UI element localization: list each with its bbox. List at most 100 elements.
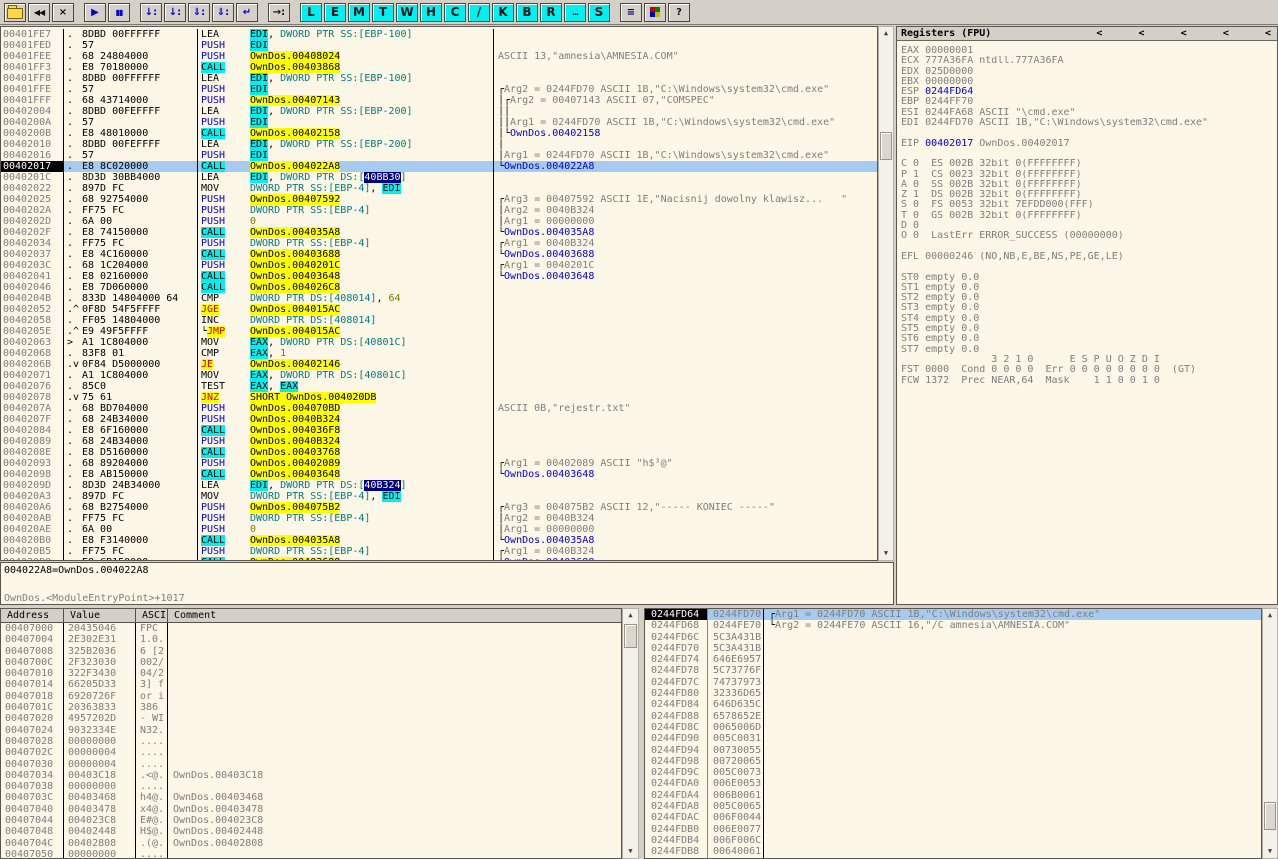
go-to-button[interactable]: →:: [268, 3, 290, 22]
dump-row[interactable]: 0040704C00402808.(@.OwnDos.00402808: [1, 838, 621, 849]
register-line[interactable]: ST5 empty 0.0: [897, 324, 1277, 334]
disasm-row[interactable]: 00402004.8DBD 00FEFFFFLEAEDI, DWORD PTR …: [1, 106, 877, 117]
register-line[interactable]: C 0 ES 002B 32bit 0(FFFFFFFF): [897, 159, 1277, 169]
view-threads-button[interactable]: T: [372, 3, 394, 22]
disasm-row[interactable]: 004020AE.6A 00PUSH0│Arg1 = 00000000: [1, 524, 877, 535]
disasm-row[interactable]: 0040205E.^E9 49F5FFFF└JMPOwnDos.004015AC: [1, 326, 877, 337]
register-line[interactable]: P 1 CS 0023 32bit 0(FFFFFFFF): [897, 170, 1277, 180]
register-line[interactable]: 3 2 1 0 E S P U O Z D I: [897, 355, 1277, 365]
register-line[interactable]: ESP 0244FD64: [897, 87, 1277, 97]
disasm-row[interactable]: 00402025.68 92754000PUSHOwnDos.00407592┌…: [1, 194, 877, 205]
disasm-row[interactable]: 00402010.8DBD 00FEFFFFLEAEDI, DWORD PTR …: [1, 139, 877, 150]
disasm-row[interactable]: 004020A3.897D FCMOVDWORD PTR SS:[EBP-4],…: [1, 491, 877, 502]
close-button[interactable]: ×: [52, 3, 74, 22]
register-line[interactable]: EBX 00000000: [897, 77, 1277, 87]
stack-scrollbar[interactable]: ▲ ▼: [1262, 608, 1278, 859]
register-line[interactable]: EDX 025D0000: [897, 67, 1277, 77]
dump-header-value[interactable]: Value: [64, 609, 136, 622]
disassembly-scrollbar[interactable]: ▲ ▼: [878, 26, 894, 561]
stack-row[interactable]: 0244FD785C73776F: [645, 665, 1261, 676]
register-line[interactable]: ST7 empty 0.0: [897, 345, 1277, 355]
register-line[interactable]: [897, 242, 1277, 252]
view-executables-button[interactable]: E: [324, 3, 346, 22]
register-line[interactable]: ST1 empty 0.0: [897, 283, 1277, 293]
disasm-row[interactable]: 00402016.57PUSHEDI│Arg1 = 0244FD70 ASCII…: [1, 150, 877, 161]
dump-row[interactable]: 004070249032334EN32.: [1, 725, 621, 736]
disasm-row[interactable]: 0040207F.68 24B34000PUSHOwnDos.0040B324: [1, 414, 877, 425]
disasm-row[interactable]: 0040208E.E8 D5160000CALLOwnDos.00403768: [1, 447, 877, 458]
view-references-button[interactable]: R: [540, 3, 562, 22]
scrollbar-thumb[interactable]: [1264, 802, 1276, 830]
stack-row[interactable]: 0244FDB0006E0077: [645, 824, 1261, 835]
view-source-button[interactable]: S: [588, 3, 610, 22]
disasm-row[interactable]: 00401FED.57PUSHEDI: [1, 40, 877, 51]
view-breakpoints-button[interactable]: B: [516, 3, 538, 22]
dump-row[interactable]: 0040703000000004....: [1, 759, 621, 770]
dump-row[interactable]: 0040700C2F323030002/: [1, 657, 621, 668]
scroll-up-icon[interactable]: ▲: [879, 27, 893, 40]
stack-row[interactable]: 0244FD9800720065: [645, 756, 1261, 767]
restart-button[interactable]: ◀◀: [28, 3, 50, 22]
disasm-row[interactable]: 00402063>A1 1C804000MOVEAX, DWORD PTR DS…: [1, 337, 877, 348]
disasm-row[interactable]: 00401FF8.8DBD 00FFFFFFLEAEDI, DWORD PTR …: [1, 73, 877, 84]
stack-row[interactable]: 0244FD680244FE70└Arg2 = 0244FE70 ASCII 1…: [645, 620, 1261, 631]
scrollbar-thumb[interactable]: [880, 132, 892, 160]
disasm-row[interactable]: 00402068.83F8 01CMPEAX, 1: [1, 348, 877, 359]
disasm-row[interactable]: 00402076.85C0TESTEAX, EAX: [1, 381, 877, 392]
pause-button[interactable]: ▮▮: [108, 3, 130, 22]
register-line[interactable]: EFL 00000246 (NO,NB,E,BE,NS,PE,GE,LE): [897, 252, 1277, 262]
disasm-row[interactable]: 0040200A.57PUSHEDI││Arg1 = 0244FD70 ASCI…: [1, 117, 877, 128]
dump-row[interactable]: 00407010322F343004/2: [1, 668, 621, 679]
dump-row[interactable]: 0040703C00403468h4@.OwnDos.00403468: [1, 792, 621, 803]
register-line[interactable]: EBP 0244FF70: [897, 97, 1277, 107]
view-handles-button[interactable]: H: [420, 3, 442, 22]
disasm-row[interactable]: 0040206B.v0F84 D5000000JEOwnDos.00402146: [1, 359, 877, 370]
disasm-row[interactable]: 004020B5.FF75 FCPUSHDWORD PTR SS:[EBP-4]…: [1, 546, 877, 557]
dump-row[interactable]: 004070204957202D- WI: [1, 713, 621, 724]
register-line[interactable]: FCW 1372 Prec NEAR,64 Mask 1 1 0 0 1 0: [897, 376, 1277, 386]
stack-row[interactable]: 0244FD8C0065006D: [645, 722, 1261, 733]
dump-row[interactable]: 0040702C00000004....: [1, 747, 621, 758]
disasm-row[interactable]: 004020B0.E8 F3140000CALLOwnDos.004035A8└…: [1, 535, 877, 546]
disasm-row[interactable]: 0040207A.68 BD704000PUSHOwnDos.004070BDA…: [1, 403, 877, 414]
disasm-row[interactable]: 004020AB.FF75 FCPUSHDWORD PTR SS:[EBP-4]…: [1, 513, 877, 524]
stack-row[interactable]: 0244FD9C005C0073: [645, 767, 1261, 778]
stack-row[interactable]: 0244FD886578652E: [645, 711, 1261, 722]
stack-row[interactable]: 0244FD6C5C3A431B: [645, 632, 1261, 643]
dump-row[interactable]: 0040702800000000....: [1, 736, 621, 747]
scroll-down-icon[interactable]: ▼: [1263, 845, 1277, 858]
register-line[interactable]: EAX 00000001: [897, 46, 1277, 56]
dump-row[interactable]: 0040704800402448H$@.OwnDos.00402448: [1, 826, 621, 837]
execute-till-return-button[interactable]: ↵: [236, 3, 258, 22]
dump-row[interactable]: 004070042E302E311.0.: [1, 634, 621, 645]
register-line[interactable]: FST 0000 Cond 0 0 0 0 Err 0 0 0 0 0 0 0 …: [897, 365, 1277, 375]
stack-row[interactable]: 0244FDAC006F0044: [645, 812, 1261, 823]
registers-pane[interactable]: Registers (FPU) < < < < < EAX 00000001EC…: [896, 26, 1278, 605]
dump-row[interactable]: 0040704000403478x4@.OwnDos.00403478: [1, 804, 621, 815]
dump-header-comment[interactable]: Comment: [168, 609, 621, 622]
step-into-button[interactable]: ↓:: [140, 3, 162, 22]
stack-row[interactable]: 0244FDB4006F006C: [645, 835, 1261, 846]
disassembly-pane[interactable]: 00401FE7.8DBD 00FFFFFFLEAEDI, DWORD PTR …: [0, 26, 878, 561]
scroll-down-icon[interactable]: ▼: [879, 547, 893, 560]
register-line[interactable]: ST4 empty 0.0: [897, 314, 1277, 324]
disasm-row[interactable]: 00402098.E8 AB150000CALLOwnDos.00403648└…: [1, 469, 877, 480]
register-line[interactable]: ST6 empty 0.0: [897, 334, 1277, 344]
register-line[interactable]: T 0 GS 002B 32bit 0(FFFFFFFF): [897, 211, 1277, 221]
register-line[interactable]: ST2 empty 0.0: [897, 293, 1277, 303]
dump-row[interactable]: 004070186920726For i: [1, 691, 621, 702]
register-line[interactable]: [897, 128, 1277, 138]
disasm-row[interactable]: 00401FFE.57PUSHEDI┌Arg2 = 0244FD70 ASCII…: [1, 84, 877, 95]
view-log-button[interactable]: L: [300, 3, 322, 22]
registers-chevrons[interactable]: < < < < <: [1096, 28, 1271, 39]
view-cpu-button[interactable]: C: [444, 3, 466, 22]
dump-row[interactable]: 0040703400403C18.<@.OwnDos.00403C18: [1, 770, 621, 781]
register-line[interactable]: S 0 FS 0053 32bit 7EFDD000(FFF): [897, 200, 1277, 210]
register-line[interactable]: EDI 0244FD70 ASCII 1B,"C:\Windows\system…: [897, 118, 1277, 128]
disasm-row[interactable]: 00401FE7.8DBD 00FFFFFFLEAEDI, DWORD PTR …: [1, 29, 877, 40]
register-line[interactable]: ST3 empty 0.0: [897, 303, 1277, 313]
disasm-row[interactable]: 00402089.68 24B34000PUSHOwnDos.0040B324: [1, 436, 877, 447]
disasm-row[interactable]: 00402041.E8 02160000CALLOwnDos.00403648└…: [1, 271, 877, 282]
dump-row[interactable]: 0040705000000000....: [1, 849, 621, 859]
register-line[interactable]: A 0 SS 002B 32bit 0(FFFFFFFF): [897, 180, 1277, 190]
